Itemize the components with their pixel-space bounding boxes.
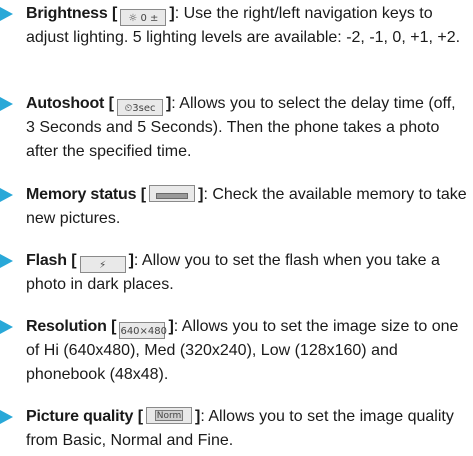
- list-item-text: Picture quality [Norm]: Allows you to se…: [26, 407, 454, 449]
- feature-list: Brightness [☼ 0 ±]: Use the right/left n…: [0, 0, 473, 456]
- item-term: Autoshoot: [26, 95, 105, 112]
- list-item-text: Memory status []: Check the available me…: [26, 185, 467, 227]
- item-term: Resolution: [26, 318, 107, 335]
- quality-icon: Norm: [146, 407, 193, 424]
- list-item-text: Brightness [☼ 0 ±]: Use the right/left n…: [26, 5, 461, 46]
- timer-icon: ⏲3sec: [116, 99, 163, 116]
- item-term: Brightness: [26, 5, 108, 22]
- list-item-text: Autoshoot [⏲3sec]: Allows you to select …: [26, 95, 456, 160]
- bullet-arrow-icon: [0, 410, 13, 424]
- item-term: Memory status: [26, 186, 137, 203]
- bullet-arrow-icon: [0, 320, 13, 334]
- item-term: Picture quality: [26, 408, 134, 425]
- list-item-text: Resolution [640×480]: Allows you to set …: [26, 318, 459, 383]
- bullet-arrow-icon: [0, 7, 13, 21]
- bullet-arrow-icon: [0, 97, 13, 111]
- flash-icon: ⚡: [79, 256, 126, 273]
- item-term: Flash: [26, 252, 67, 269]
- bullet-arrow-icon: [0, 254, 13, 268]
- brightness-icon: ☼ 0 ±: [120, 9, 167, 26]
- bullet-arrow-icon: [0, 188, 13, 202]
- memory-bar-icon: [149, 185, 196, 202]
- list-item-text: Flash [⚡]: Allow you to set the flash wh…: [26, 252, 440, 293]
- resolution-icon: 640×480: [119, 322, 167, 339]
